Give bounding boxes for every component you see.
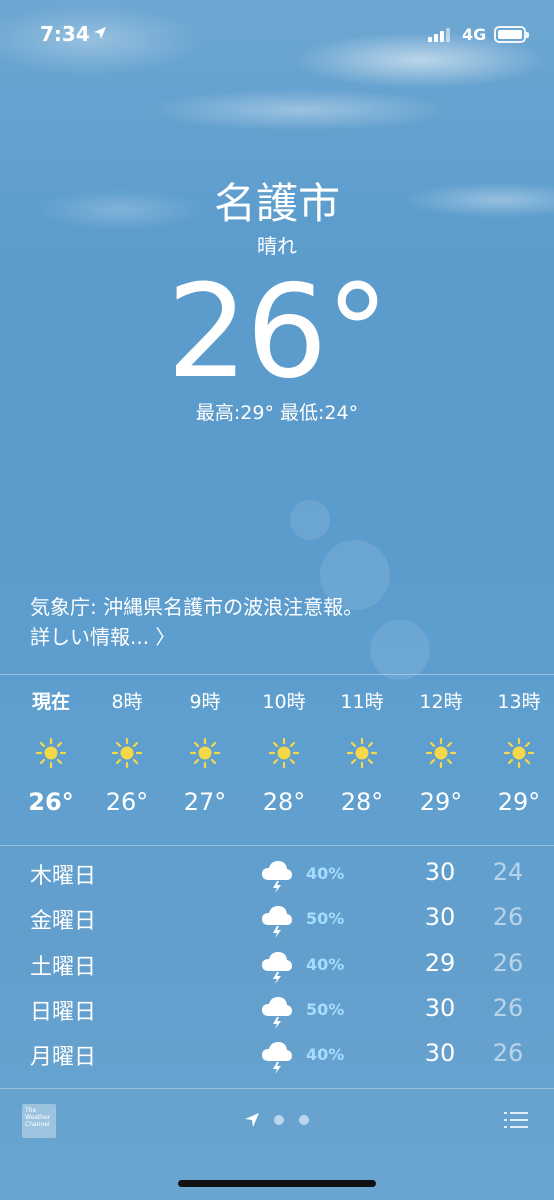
battery-icon — [494, 26, 529, 43]
low-temperature: 26 — [492, 994, 524, 1022]
weather-condition: 晴れ — [257, 234, 297, 258]
precipitation-chance: 50% — [306, 909, 345, 928]
day-name: 木曜日 — [30, 864, 97, 889]
low-temperature: 24 — [492, 858, 524, 886]
hourly-item: 13時 29° — [480, 684, 554, 816]
hourly-item: 9時 27° — [166, 684, 244, 816]
network-type: 4G — [462, 25, 487, 44]
high-low-temperature: 最高:29° 最低:24° — [195, 402, 359, 424]
hourly-item: 10時 28° — [245, 684, 323, 816]
hour-label: 9時 — [189, 691, 221, 713]
hourly-item: 12時 29° — [402, 684, 480, 816]
precipitation-chance: 40% — [306, 1045, 345, 1064]
hour-temperature: 29° — [497, 788, 541, 816]
high-temperature: 30 — [424, 858, 456, 886]
hourly-item: 11時 28° — [323, 684, 401, 816]
low-temperature: 26 — [492, 903, 524, 931]
daily-row: 日曜日 50% 30 26 — [0, 988, 554, 1034]
hour-label: 現在 — [31, 691, 70, 713]
alert-text: 気象庁: 沖縄県名護市の波浪注意報。 — [30, 595, 364, 619]
hour-label: 12時 — [419, 691, 463, 713]
precipitation-chance: 50% — [306, 1000, 345, 1019]
hour-temperature: 28° — [262, 788, 306, 816]
hour-temperature: 27° — [183, 788, 227, 816]
thunderstorm-icon — [262, 997, 292, 1029]
sun-icon — [347, 738, 377, 768]
home-indicator[interactable] — [178, 1180, 376, 1187]
high-temperature: 29 — [424, 949, 456, 977]
day-name: 月曜日 — [30, 1045, 97, 1070]
bokeh-light — [290, 500, 330, 540]
thunderstorm-icon — [262, 1042, 292, 1074]
signal-icon — [428, 26, 454, 42]
hour-label: 10時 — [262, 691, 306, 713]
weather-alert[interactable]: 気象庁: 沖縄県名護市の波浪注意報。 詳しい情報... 〉 — [30, 592, 530, 652]
low-temperature: 26 — [492, 1039, 524, 1067]
precipitation-chance: 40% — [306, 955, 345, 974]
day-name: 土曜日 — [30, 955, 97, 980]
daily-row: 金曜日 50% 30 26 — [0, 897, 554, 943]
day-name: 日曜日 — [30, 1000, 97, 1025]
status-bar: 7:34 4G — [0, 0, 554, 70]
divider — [0, 1088, 554, 1089]
sun-icon — [269, 738, 299, 768]
thunderstorm-icon — [262, 861, 292, 893]
low-temperature: 26 — [492, 949, 524, 977]
alert-more-link[interactable]: 詳しい情報... 〉 — [30, 622, 175, 652]
precipitation-chance: 40% — [306, 864, 345, 883]
status-time: 7:34 — [40, 22, 90, 46]
current-temperature: 26° — [0, 258, 554, 407]
hourly-item: 8時 26° — [88, 684, 166, 816]
high-temperature: 30 — [424, 994, 456, 1022]
hour-label: 8時 — [111, 691, 143, 713]
high-temperature: 30 — [424, 903, 456, 931]
sun-icon — [112, 738, 142, 768]
divider — [0, 674, 554, 675]
hour-label: 13時 — [497, 691, 541, 713]
thunderstorm-icon — [262, 906, 292, 938]
weather-channel-logo[interactable]: The Weather Channel — [22, 1104, 56, 1138]
hour-temperature: 26° — [28, 788, 74, 816]
sun-icon — [36, 738, 66, 768]
city-name: 名護市 — [213, 179, 340, 228]
location-arrow-icon — [245, 1113, 259, 1127]
list-icon[interactable] — [504, 1110, 528, 1130]
sun-icon — [190, 738, 220, 768]
high-temperature: 30 — [424, 1039, 456, 1067]
hour-temperature: 26° — [105, 788, 149, 816]
location-arrow-icon — [94, 27, 106, 39]
degree-symbol: ° — [325, 258, 389, 407]
thunderstorm-icon — [262, 952, 292, 984]
hour-label: 11時 — [340, 691, 384, 713]
page-dot — [274, 1115, 284, 1125]
divider — [0, 845, 554, 846]
sun-icon — [504, 738, 534, 768]
page-indicator[interactable] — [244, 1112, 324, 1128]
hour-temperature: 29° — [419, 788, 463, 816]
daily-row: 木曜日 40% 30 24 — [0, 852, 554, 898]
page-dot — [299, 1115, 309, 1125]
daily-row: 土曜日 40% 29 26 — [0, 943, 554, 989]
daily-row: 月曜日 40% 30 26 — [0, 1033, 554, 1079]
day-name: 金曜日 — [30, 909, 97, 934]
temperature-value: 26 — [166, 258, 328, 407]
hourly-forecast[interactable]: 現在 26° 8時 26° 9時 27° 10時 28° 11時 28° 12時… — [0, 684, 554, 844]
sun-icon — [426, 738, 456, 768]
bottom-toolbar: The Weather Channel — [0, 1090, 554, 1200]
hour-temperature: 28° — [340, 788, 384, 816]
hourly-item: 現在 26° — [12, 684, 90, 816]
